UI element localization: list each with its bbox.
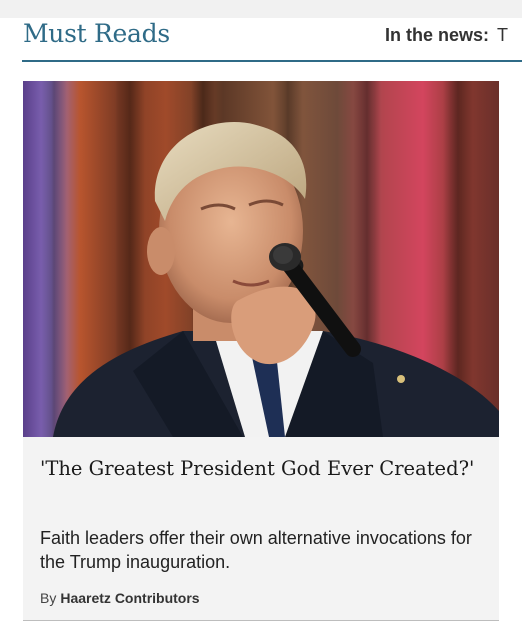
card-divider	[23, 620, 499, 621]
top-strip	[0, 0, 522, 18]
photo-icon	[23, 81, 499, 437]
section-header: Must Reads In the news: T	[0, 18, 522, 64]
article-byline: By Haaretz Contributors	[40, 589, 200, 607]
byline-prefix: By	[40, 590, 57, 606]
news-ticker-label: In the news:	[385, 25, 490, 45]
section-title: Must Reads	[23, 19, 170, 48]
article-headline[interactable]: 'The Greatest President God Ever Created…	[40, 453, 480, 485]
header-divider	[22, 60, 522, 62]
news-ticker[interactable]: In the news: T	[385, 23, 522, 47]
article-card[interactable]: 'The Greatest President God Ever Created…	[23, 81, 499, 620]
news-ticker-headline[interactable]: T	[489, 25, 508, 45]
author-link[interactable]: Haaretz Contributors	[56, 590, 199, 606]
article-summary: Faith leaders offer their own alternativ…	[40, 528, 472, 572]
article-photo[interactable]	[23, 81, 499, 437]
